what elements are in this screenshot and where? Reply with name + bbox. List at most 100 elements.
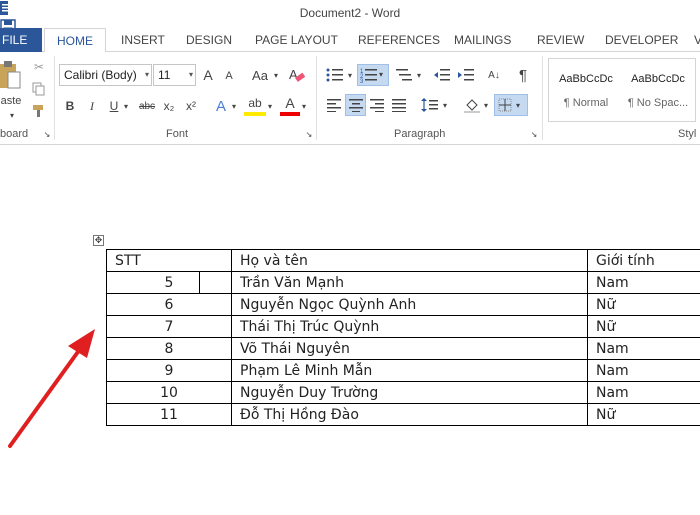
tab-references[interactable]: REFERENCES xyxy=(358,28,440,52)
clipboard-launcher-icon[interactable]: ↘ xyxy=(43,130,51,139)
superscript-button[interactable]: x² xyxy=(182,96,200,116)
multilevel-list-icon[interactable] xyxy=(393,64,415,86)
stt-cell[interactable]: 11 xyxy=(106,403,232,426)
font-group-label: Font xyxy=(166,128,189,140)
tab-view[interactable]: V xyxy=(694,28,700,52)
gender-cell[interactable]: Nữ xyxy=(587,315,700,338)
text-effects-button[interactable]: A xyxy=(212,96,230,116)
svg-text:3: 3 xyxy=(360,79,364,83)
header-name[interactable]: Họ và tên xyxy=(231,249,588,272)
style-normal-preview[interactable]: AaBbCcDc xyxy=(553,71,619,87)
sort-button[interactable]: A↓ xyxy=(484,64,504,86)
font-name-select[interactable]: Calibri (Body) ▾ xyxy=(59,64,152,86)
increase-indent-icon[interactable] xyxy=(456,64,476,86)
tab-home[interactable]: HOME xyxy=(44,28,106,53)
decrease-indent-icon[interactable] xyxy=(432,64,452,86)
strikethrough-button[interactable]: abc xyxy=(136,96,158,116)
chevron-down-icon[interactable]: ▾ xyxy=(300,96,308,116)
justify-icon[interactable] xyxy=(389,94,409,116)
name-cell[interactable]: Nguyễn Duy Trường xyxy=(231,381,588,404)
align-right-icon[interactable] xyxy=(367,94,387,116)
stt-cell[interactable]: 6 xyxy=(106,293,232,316)
cell-split-line xyxy=(199,272,200,294)
tab-page-layout[interactable]: PAGE LAYOUT xyxy=(255,28,338,52)
table-row: 7 Thái Thị Trúc Quỳnh Nữ xyxy=(106,315,700,338)
style-no-spacing-preview[interactable]: AaBbCcDc xyxy=(625,71,691,87)
stt-cell[interactable]: 8 xyxy=(106,337,232,360)
paste-dropdown-icon[interactable]: ▾ xyxy=(6,110,18,120)
bold-button[interactable]: B xyxy=(62,96,78,116)
header-gender[interactable]: Giới tính xyxy=(587,249,700,272)
style-normal-label[interactable]: ¶ Normal xyxy=(553,95,619,111)
chevron-down-icon[interactable]: ▾ xyxy=(482,94,490,116)
name-cell[interactable]: Trần Văn Mạnh xyxy=(231,271,588,294)
document-page[interactable]: ✥ STT Họ và tên Giới tính 5 Trần Văn Mạn… xyxy=(0,146,700,515)
gender-cell[interactable]: Nam xyxy=(587,337,700,360)
stt-cell[interactable]: 7 xyxy=(106,315,232,338)
paste-label[interactable]: aste xyxy=(0,94,22,108)
name-cell[interactable]: Võ Thái Nguyên xyxy=(231,337,588,360)
numbering-icon[interactable]: 1 2 3 ▾ xyxy=(357,64,389,86)
word-window: ▾ ≡ Document2 - Word FILE HOME INSERT DE… xyxy=(0,0,700,515)
change-case-button[interactable]: Aa xyxy=(248,64,272,86)
window-title: Document2 - Word xyxy=(299,6,401,20)
font-size-select[interactable]: 11 ▾ xyxy=(153,64,196,86)
align-left-icon[interactable] xyxy=(324,94,344,116)
table-move-handle-icon[interactable]: ✥ xyxy=(93,235,104,246)
gender-cell[interactable]: Nữ xyxy=(587,293,700,316)
align-center-icon[interactable] xyxy=(345,94,366,116)
stt-value: 5 xyxy=(164,274,174,291)
name-cell[interactable]: Thái Thị Trúc Quỳnh xyxy=(231,315,588,338)
ribbon-tabs: FILE HOME INSERT DESIGN PAGE LAYOUT REFE… xyxy=(0,28,700,53)
name-cell[interactable]: Đỗ Thị Hồng Đào xyxy=(231,403,588,426)
stt-cell[interactable]: 10 xyxy=(106,381,232,404)
ribbon: aste ▾ ✂ board ↘ Calibri (Body) ▾ 11 ▾ A… xyxy=(0,52,700,145)
grow-font-button[interactable]: A xyxy=(199,64,217,86)
tab-mailings[interactable]: MAILINGS xyxy=(454,28,511,52)
student-table[interactable]: STT Họ và tên Giới tính 5 Trần Văn Mạnh … xyxy=(106,249,700,426)
chevron-down-icon[interactable]: ▾ xyxy=(441,94,449,116)
underline-button[interactable]: U xyxy=(106,96,122,116)
name-cell[interactable]: Phạm Lê Minh Mẫn xyxy=(231,359,588,382)
tab-design[interactable]: DESIGN xyxy=(186,28,232,52)
bullets-icon[interactable] xyxy=(324,64,346,86)
chevron-down-icon[interactable]: ▾ xyxy=(266,96,274,116)
name-cell[interactable]: Nguyễn Ngọc Quỳnh Anh xyxy=(231,293,588,316)
chevron-down-icon: ▾ xyxy=(144,70,149,79)
copy-icon[interactable] xyxy=(30,80,48,98)
style-no-spacing-label[interactable]: ¶ No Spac... xyxy=(625,95,691,111)
show-formatting-button[interactable]: ¶ xyxy=(514,64,532,86)
clear-formatting-icon[interactable]: A xyxy=(286,64,308,86)
chevron-down-icon[interactable]: ▾ xyxy=(122,96,130,116)
stt-cell[interactable]: 5 xyxy=(106,271,232,294)
gender-cell[interactable]: Nữ xyxy=(587,403,700,426)
cut-icon[interactable]: ✂ xyxy=(30,58,48,76)
gender-cell[interactable]: Nam xyxy=(587,359,700,382)
chevron-down-icon[interactable]: ▾ xyxy=(346,64,354,86)
tab-insert[interactable]: INSERT xyxy=(121,28,165,52)
font-launcher-icon[interactable]: ↘ xyxy=(305,130,313,139)
borders-icon[interactable]: ▾ xyxy=(494,94,528,116)
tab-review[interactable]: REVIEW xyxy=(537,28,584,52)
stt-cell[interactable]: 9 xyxy=(106,359,232,382)
subscript-button[interactable]: x₂ xyxy=(160,96,178,116)
gender-cell[interactable]: Nam xyxy=(587,381,700,404)
italic-button[interactable]: I xyxy=(84,96,100,116)
shading-icon[interactable] xyxy=(462,94,482,116)
font-color-button[interactable]: A xyxy=(280,94,300,116)
tab-developer[interactable]: DEVELOPER xyxy=(605,28,678,52)
chevron-down-icon[interactable]: ▾ xyxy=(415,64,423,86)
gender-cell[interactable]: Nam xyxy=(587,271,700,294)
paragraph-launcher-icon[interactable]: ↘ xyxy=(530,130,538,139)
highlight-button[interactable]: ab xyxy=(244,94,266,116)
line-spacing-icon[interactable] xyxy=(419,94,441,116)
chevron-down-icon[interactable]: ▾ xyxy=(230,96,238,116)
font-name-value: Calibri (Body) xyxy=(64,68,137,82)
header-stt[interactable]: STT xyxy=(106,249,232,272)
tab-file[interactable]: FILE xyxy=(0,28,42,52)
paste-icon[interactable] xyxy=(0,58,22,94)
table-row: 10 Nguyễn Duy Trường Nam xyxy=(106,381,700,404)
shrink-font-button[interactable]: A xyxy=(220,66,238,86)
format-painter-icon[interactable] xyxy=(30,102,48,120)
chevron-down-icon[interactable]: ▾ xyxy=(272,64,280,86)
